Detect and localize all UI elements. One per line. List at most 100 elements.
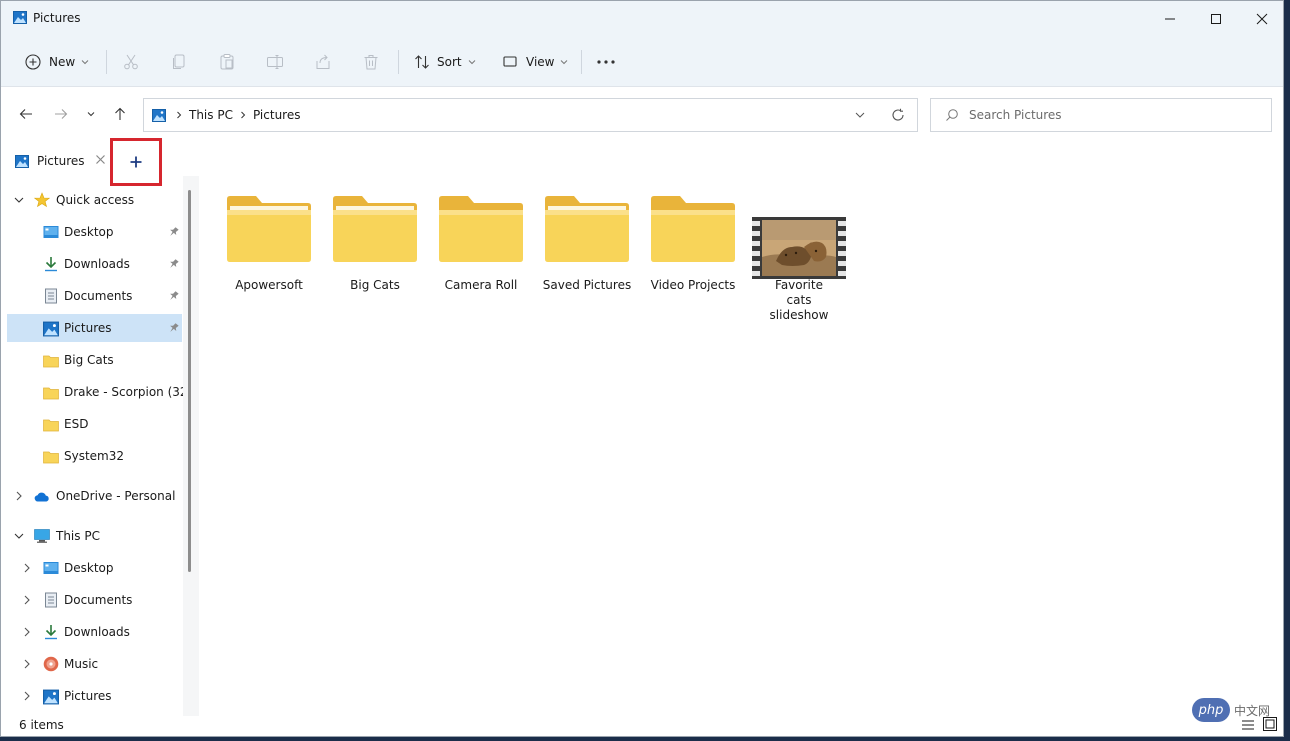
- cut-button[interactable]: [122, 47, 140, 77]
- nav-pane-scrollbar[interactable]: [188, 190, 191, 572]
- nav-quick-drake-scorpion[interactable]: Drake - Scorpion (320): [1, 378, 200, 406]
- nav-pc-music[interactable]: Music: [1, 650, 181, 678]
- pane-splitter[interactable]: [183, 176, 199, 716]
- chevron-right-icon: [16, 491, 22, 501]
- breadcrumb-this-pc[interactable]: This PC: [189, 108, 233, 122]
- sort-button[interactable]: Sort: [413, 47, 476, 77]
- close-icon: [96, 155, 105, 164]
- plus-circle-icon: [25, 54, 41, 70]
- chevron-right-icon: [24, 691, 30, 701]
- pin-icon: [170, 323, 179, 332]
- navigation-pane: Quick access Desktop Downloads Documents…: [1, 186, 200, 716]
- title-bar: Pictures: [1, 1, 1283, 37]
- folder-icon: [545, 196, 629, 262]
- chevron-right-icon: [24, 659, 30, 669]
- download-icon: [45, 257, 57, 272]
- document-icon: [45, 288, 57, 304]
- close-icon: [1256, 13, 1268, 25]
- address-bar[interactable]: This PC Pictures: [143, 98, 918, 132]
- minimize-icon: [1165, 18, 1175, 20]
- video-thumbnail-icon: [752, 217, 846, 279]
- nav-pc-pictures[interactable]: Pictures: [1, 682, 181, 710]
- command-separator: [106, 50, 107, 74]
- chevron-right-icon: [241, 111, 246, 119]
- back-button[interactable]: [14, 101, 38, 127]
- details-view-button[interactable]: [1240, 717, 1256, 736]
- breadcrumb-pictures[interactable]: Pictures: [253, 108, 301, 122]
- share-icon: [316, 54, 330, 69]
- view-button[interactable]: View: [502, 47, 568, 77]
- nav-label: System32: [64, 449, 125, 463]
- chevron-down-icon: [14, 533, 24, 539]
- scissors-icon: [124, 54, 138, 70]
- nav-label: Drake - Scorpion (320): [64, 385, 200, 399]
- more-icon: [597, 60, 615, 64]
- nav-label: Pictures: [64, 321, 112, 335]
- nav-label: Quick access: [56, 193, 135, 207]
- refresh-button[interactable]: [891, 108, 905, 122]
- address-history-button[interactable]: [855, 111, 865, 119]
- tab-pictures[interactable]: Pictures: [7, 146, 113, 176]
- arrow-left-icon: [19, 109, 32, 119]
- pictures-icon: [43, 689, 59, 705]
- item-label: Camera Roll: [444, 278, 518, 292]
- nav-pc-downloads[interactable]: Downloads: [1, 618, 181, 646]
- folder-icon: [227, 196, 311, 262]
- search-box[interactable]: Search Pictures: [930, 98, 1272, 132]
- nav-label: Music: [64, 657, 99, 671]
- new-tab-button[interactable]: [110, 138, 162, 186]
- item-label: Apowersoft: [235, 278, 303, 292]
- nav-pc-desktop[interactable]: Desktop: [1, 554, 181, 582]
- folder-icon: [43, 419, 59, 432]
- folder-icon: [333, 196, 417, 262]
- forward-button[interactable]: [49, 101, 73, 127]
- maximize-button[interactable]: [1193, 1, 1239, 37]
- nav-quick-pictures[interactable]: Pictures: [7, 314, 182, 342]
- copy-button[interactable]: [170, 47, 188, 77]
- nav-quick-system32[interactable]: System32: [1, 442, 181, 470]
- minimize-button[interactable]: [1147, 1, 1193, 37]
- share-button[interactable]: [314, 47, 332, 77]
- nav-quick-esd[interactable]: ESD: [1, 410, 181, 438]
- nav-quick-downloads[interactable]: Downloads: [1, 250, 181, 278]
- nav-label: Downloads: [64, 257, 130, 271]
- item-label: Video Projects: [650, 278, 736, 292]
- see-more-button[interactable]: [596, 47, 616, 77]
- chevron-down-icon: [81, 60, 89, 65]
- nav-quick-big-cats[interactable]: Big Cats: [1, 346, 181, 374]
- pictures-app-icon: [13, 11, 27, 24]
- new-button[interactable]: New: [25, 47, 89, 77]
- nav-quick-desktop[interactable]: Desktop: [1, 218, 181, 246]
- up-button[interactable]: [108, 101, 132, 127]
- nav-pc-documents[interactable]: Documents: [1, 586, 181, 614]
- window-title: Pictures: [33, 11, 81, 25]
- details-view-icon: [1242, 720, 1254, 730]
- rename-icon: [267, 55, 283, 69]
- php-logo: php: [1192, 698, 1230, 722]
- document-icon: [45, 592, 57, 608]
- pictures-icon: [152, 108, 166, 122]
- nav-quick-documents[interactable]: Documents: [1, 282, 181, 310]
- close-tab-button[interactable]: [95, 154, 106, 168]
- recent-locations-button[interactable]: [81, 101, 101, 127]
- nav-label: This PC: [56, 529, 100, 543]
- close-button[interactable]: [1239, 1, 1283, 37]
- large-icons-view-button[interactable]: [1263, 717, 1277, 731]
- search-input[interactable]: Search Pictures: [969, 108, 1062, 122]
- chevron-right-icon: [177, 111, 182, 119]
- nav-label: Documents: [64, 289, 133, 303]
- nav-label: ESD: [64, 417, 89, 431]
- sort-icon: [415, 55, 429, 69]
- copy-icon: [173, 54, 185, 69]
- nav-onedrive[interactable]: OneDrive - Personal: [1, 482, 181, 510]
- nav-label: Desktop: [64, 225, 114, 239]
- nav-label: Documents: [64, 593, 133, 607]
- rename-button[interactable]: [266, 47, 284, 77]
- chevron-right-icon: [24, 627, 30, 637]
- paste-button[interactable]: [218, 47, 236, 77]
- nav-this-pc[interactable]: This PC: [1, 522, 181, 550]
- nav-quick-access[interactable]: Quick access: [1, 186, 181, 214]
- command-separator: [398, 50, 399, 74]
- delete-button[interactable]: [362, 47, 380, 77]
- nav-label: Downloads: [64, 625, 130, 639]
